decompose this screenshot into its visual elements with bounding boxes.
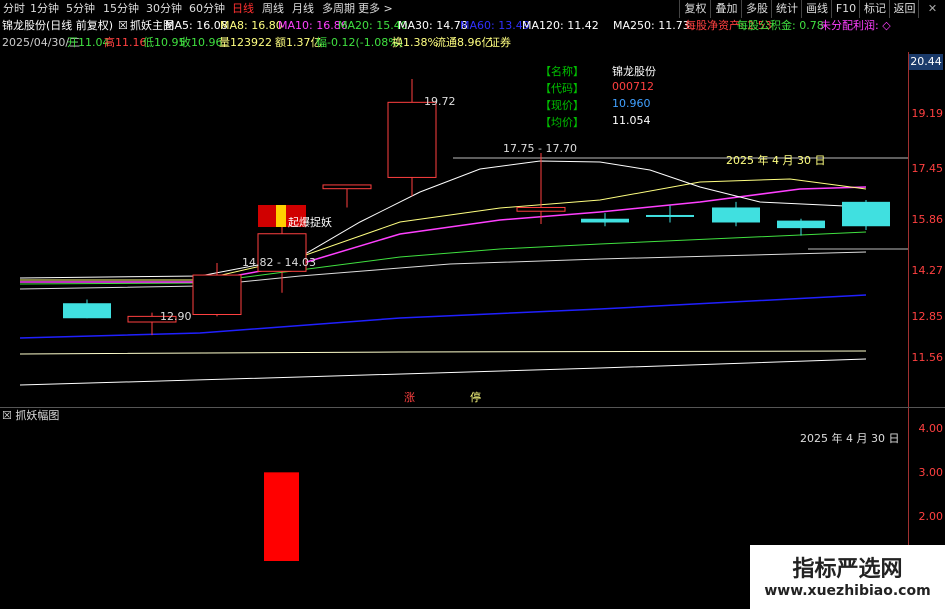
sub-axis-tick: 2.00	[918, 510, 944, 523]
limit-up-label: 停	[470, 390, 481, 404]
sub-axis-tick: 4.00	[918, 422, 944, 435]
candle-body	[322, 184, 372, 190]
limit-up-label: 涨	[404, 391, 415, 404]
candle-body	[387, 101, 437, 178]
main-axis-line	[908, 52, 909, 407]
ma10-line	[20, 186, 867, 283]
axis-tick: 12.85	[911, 310, 944, 323]
info-close: 收10.96	[180, 36, 223, 49]
info-change: 幅-0.12(-1.08%)	[316, 36, 403, 49]
watermark-url: www.xuezhibiao.com	[764, 583, 931, 599]
candle-body	[516, 206, 566, 212]
candle-body	[63, 303, 111, 319]
axis-tick: 17.45	[911, 162, 944, 175]
info-amount: 额1.37亿	[275, 36, 322, 49]
range-label: 14.82 - 14.03	[242, 256, 316, 269]
ma250-line	[19, 350, 867, 355]
watermark: 指标严选网 www.xuezhibiao.com	[750, 545, 945, 609]
sub-date-label: 2025 年 4 月 30 日	[800, 431, 899, 445]
low-label: 12.90	[160, 310, 192, 323]
candlesticks	[63, 79, 890, 336]
candle-body	[646, 214, 694, 217]
candle-body	[842, 201, 890, 227]
signal-box-highlight	[276, 205, 286, 227]
price-tag: 20.44	[909, 54, 943, 70]
sub-axis-tick: 3.00	[918, 466, 944, 479]
axis-tick: 14.27	[911, 264, 944, 277]
main-chart[interactable]: 起爆捉妖 19.72 17.75 - 17.70 14.82 - 14.03 1…	[0, 52, 908, 408]
candle-body	[712, 207, 760, 223]
axis-tick: 11.56	[911, 351, 944, 364]
info-volume: 量123922	[219, 36, 272, 49]
info-high: 高11.16	[104, 36, 147, 49]
signal-label: 起爆捉妖	[288, 215, 332, 229]
sub-bar	[264, 472, 299, 561]
info-sector: 证券	[489, 36, 511, 49]
candle-body	[581, 218, 629, 223]
quote-info-line: 2025/04/30/三 开11.04 高11.16 低10.95 收10.96…	[0, 0, 945, 52]
ma120-line	[19, 358, 867, 386]
date-label: 2025 年 4 月 30 日	[726, 153, 825, 167]
watermark-title: 指标严选网	[792, 557, 903, 582]
high-label: 19.72	[424, 95, 456, 108]
candle-body	[192, 274, 242, 315]
axis-tick: 15.86	[911, 213, 944, 226]
range-label: 17.75 - 17.70	[503, 142, 577, 155]
info-float: 流通8.96亿	[435, 36, 493, 49]
candle-body	[777, 220, 825, 229]
axis-tick: 19.19	[911, 107, 944, 120]
info-turnover: 换1.38%	[392, 36, 438, 49]
